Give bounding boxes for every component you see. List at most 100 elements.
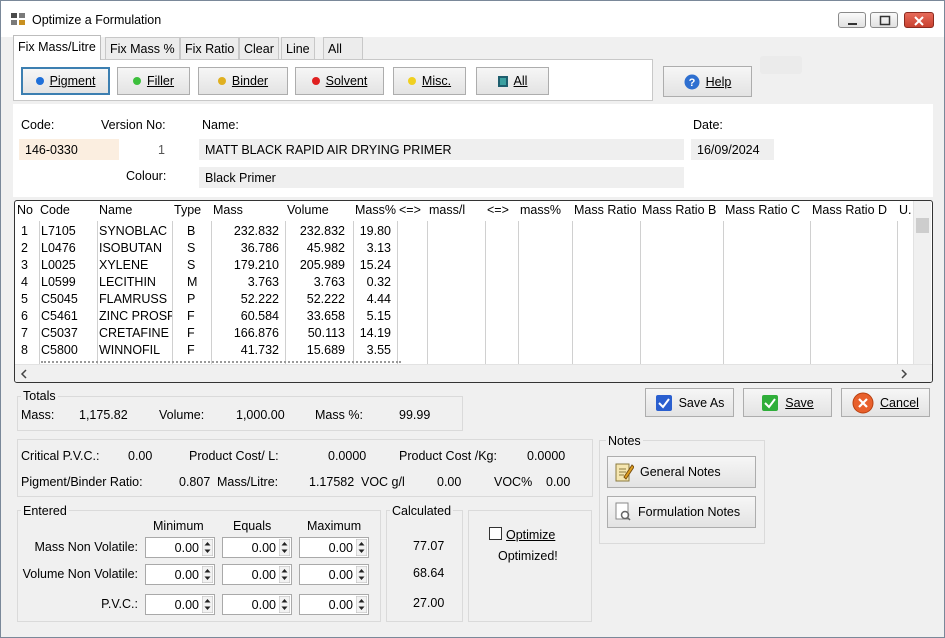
cell-name[interactable]: LECITHIN: [99, 275, 172, 292]
col-header-mass-l[interactable]: mass/l: [429, 203, 465, 221]
entered-eq-spinner[interactable]: 0.00: [222, 537, 292, 558]
filler-button[interactable]: Filler: [117, 67, 190, 95]
cell-no[interactable]: 4: [21, 275, 37, 292]
cell-no[interactable]: 7: [21, 326, 37, 343]
cell-no[interactable]: 6: [21, 309, 37, 326]
spinner-arrows-icon[interactable]: [356, 566, 367, 583]
cell-volume[interactable]: 52.222: [287, 292, 345, 309]
vertical-scrollbar[interactable]: [913, 201, 931, 364]
spinner-value[interactable]: 0.00: [329, 541, 353, 555]
solvent-button[interactable]: Solvent: [295, 67, 384, 95]
save-button[interactable]: Save: [743, 388, 832, 417]
cell-name[interactable]: ZINC PROSPH: [99, 309, 172, 326]
cell-type[interactable]: B: [187, 224, 207, 241]
colour-field[interactable]: Black Primer: [199, 167, 684, 188]
cell-code[interactable]: L0476: [41, 241, 97, 258]
cell-name[interactable]: CRETAFINE: [99, 326, 172, 343]
cell-mass[interactable]: 232.832: [213, 224, 279, 241]
col-header-target-mass-pct[interactable]: mass%: [520, 203, 561, 221]
help-button[interactable]: ? Help: [663, 66, 752, 97]
cell-volume[interactable]: 15.689: [287, 343, 345, 360]
cell-type[interactable]: S: [187, 258, 207, 275]
tab-fix-mass-litre[interactable]: Fix Mass/Litre: [13, 35, 101, 60]
cell-code[interactable]: C5800: [41, 343, 97, 360]
optimize-label[interactable]: Optimize: [506, 528, 555, 542]
cell-type[interactable]: S: [187, 241, 207, 258]
cell-name[interactable]: WINNOFIL: [99, 343, 172, 360]
cell-volume[interactable]: 45.982: [287, 241, 345, 258]
cell-mass[interactable]: 60.584: [213, 309, 279, 326]
spinner-value[interactable]: 0.00: [175, 568, 199, 582]
col-header-mass-ratio-d[interactable]: Mass Ratio D: [812, 203, 887, 221]
vertical-scroll-thumb[interactable]: [916, 218, 929, 233]
horizontal-scrollbar[interactable]: [15, 364, 932, 382]
name-field[interactable]: MATT BLACK RAPID AIR DRYING PRIMER: [199, 139, 684, 160]
cell-mass[interactable]: 179.210: [213, 258, 279, 275]
cell-no[interactable]: 3: [21, 258, 37, 275]
cell-volume[interactable]: 50.113: [287, 326, 345, 343]
save-as-button[interactable]: Save As: [645, 388, 734, 417]
cell-mass-pct[interactable]: 3.13: [355, 241, 391, 258]
cell-mass-pct[interactable]: 14.19: [355, 326, 391, 343]
cell-code[interactable]: L0599: [41, 275, 97, 292]
cell-type[interactable]: M: [187, 275, 207, 292]
spinner-value[interactable]: 0.00: [329, 568, 353, 582]
cell-no[interactable]: 8: [21, 343, 37, 360]
entered-eq-spinner[interactable]: 0.00: [222, 564, 292, 585]
tab-line[interactable]: Line: [281, 37, 315, 59]
col-header-code[interactable]: Code: [40, 203, 70, 221]
cell-type[interactable]: F: [187, 326, 207, 343]
col-header-mass-pct[interactable]: Mass%: [355, 203, 396, 221]
cell-mass-pct[interactable]: 5.15: [355, 309, 391, 326]
cell-mass-pct[interactable]: 19.80: [355, 224, 391, 241]
cell-code[interactable]: L7105: [41, 224, 97, 241]
pigment-button[interactable]: Pigment: [21, 67, 110, 95]
close-button[interactable]: [904, 12, 934, 28]
col-header-mass-ratio-c[interactable]: Mass Ratio C: [725, 203, 800, 221]
scroll-right-icon[interactable]: [899, 369, 909, 379]
spinner-arrows-icon[interactable]: [356, 596, 367, 613]
minimize-button[interactable]: [838, 12, 866, 28]
cell-mass[interactable]: 41.732: [213, 343, 279, 360]
spinner-value[interactable]: 0.00: [252, 541, 276, 555]
spinner-arrows-icon[interactable]: [202, 596, 213, 613]
col-header-mass-ratio-b[interactable]: Mass Ratio B: [642, 203, 716, 221]
col-header-mass[interactable]: Mass: [213, 203, 243, 221]
spinner-value[interactable]: 0.00: [329, 598, 353, 612]
spinner-value[interactable]: 0.00: [252, 598, 276, 612]
cancel-button[interactable]: Cancel: [841, 388, 930, 417]
tab-clear[interactable]: Clear: [239, 37, 279, 59]
col-header-swap-1[interactable]: <=>: [399, 203, 421, 221]
col-header-volume[interactable]: Volume: [287, 203, 329, 221]
spinner-value[interactable]: 0.00: [175, 541, 199, 555]
entered-max-spinner[interactable]: 0.00: [299, 537, 369, 558]
cell-volume[interactable]: 33.658: [287, 309, 345, 326]
col-header-no[interactable]: No: [17, 203, 33, 221]
spinner-arrows-icon[interactable]: [356, 539, 367, 556]
entered-min-spinner[interactable]: 0.00: [145, 594, 215, 615]
tab-fix-mass-percent[interactable]: Fix Mass %: [105, 37, 180, 59]
scroll-left-icon[interactable]: [19, 369, 29, 379]
col-header-u[interactable]: U.: [899, 203, 912, 221]
entered-max-spinner[interactable]: 0.00: [299, 564, 369, 585]
spinner-arrows-icon[interactable]: [279, 596, 290, 613]
cell-name[interactable]: SYNOBLAC: [99, 224, 172, 241]
cell-no[interactable]: 1: [21, 224, 37, 241]
cell-name[interactable]: ISOBUTAN: [99, 241, 172, 258]
cell-mass-pct[interactable]: 15.24: [355, 258, 391, 275]
ingredients-grid[interactable]: No Code Name Type Mass Volume Mass% <=> …: [14, 200, 933, 383]
tab-all[interactable]: All: [323, 37, 363, 59]
date-field[interactable]: 16/09/2024: [691, 139, 774, 160]
tab-fix-ratio[interactable]: Fix Ratio: [180, 37, 240, 59]
col-header-swap-2[interactable]: <=>: [487, 203, 509, 221]
formulation-notes-button[interactable]: Formulation Notes: [607, 496, 756, 528]
cell-mass-pct[interactable]: 0.32: [355, 275, 391, 292]
cell-code[interactable]: C5037: [41, 326, 97, 343]
cell-type[interactable]: F: [187, 309, 207, 326]
spinner-arrows-icon[interactable]: [279, 566, 290, 583]
cell-volume[interactable]: 3.763: [287, 275, 345, 292]
cell-mass[interactable]: 3.763: [213, 275, 279, 292]
optimize-checkbox[interactable]: [489, 527, 502, 540]
cell-mass[interactable]: 166.876: [213, 326, 279, 343]
entered-min-spinner[interactable]: 0.00: [145, 564, 215, 585]
